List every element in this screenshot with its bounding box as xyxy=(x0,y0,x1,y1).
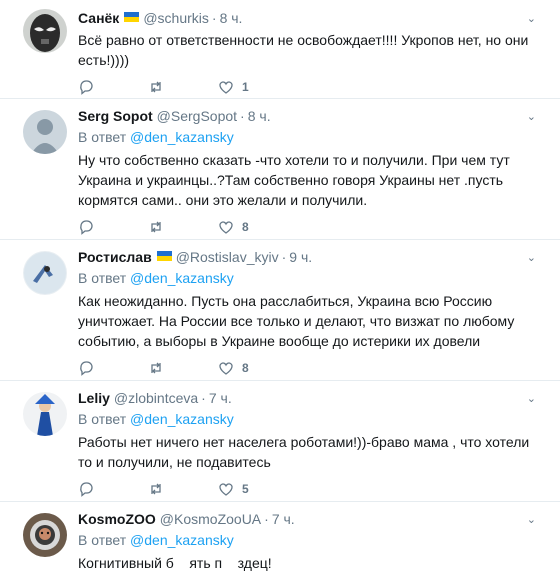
tweet-time[interactable]: 9 ч. xyxy=(289,248,312,266)
author-name[interactable]: Serg Sopot xyxy=(78,107,153,125)
reply-context: В ответ @den_kazansky xyxy=(78,410,544,428)
author-name[interactable]: Санёк xyxy=(78,9,119,27)
ukraine-flag-icon xyxy=(156,251,172,261)
tweet[interactable]: Ростислав @Rostislav_kyiv · 9 ч. ⌄ В ответ … xyxy=(0,240,560,381)
tweet-text: Как неожиданно. Пусть она расслабиться, … xyxy=(78,293,515,349)
chevron-down-icon[interactable]: ⌄ xyxy=(527,392,536,405)
tweet-time[interactable]: 8 ч. xyxy=(248,107,271,125)
separator-dot: · xyxy=(264,511,269,527)
tweet-time[interactable]: 8 ч. xyxy=(220,9,243,27)
like-count: 1 xyxy=(242,80,249,94)
retweet-button[interactable] xyxy=(148,219,218,235)
like-count: 5 xyxy=(242,482,249,496)
reply-mention-link[interactable]: @den_kazansky xyxy=(130,129,234,145)
author-handle[interactable]: @zlobintceva xyxy=(114,389,198,407)
reply-prefix: В ответ xyxy=(78,532,131,548)
tweet-actions: 5 xyxy=(78,472,544,506)
retweet-icon xyxy=(151,221,161,233)
like-button[interactable]: 8 xyxy=(218,219,288,235)
reply-icon xyxy=(80,220,93,235)
reply-button[interactable] xyxy=(78,481,148,497)
ukraine-flag-icon xyxy=(124,12,140,22)
tweet-time[interactable]: 7 ч. xyxy=(272,510,295,528)
chevron-down-icon[interactable]: ⌄ xyxy=(527,110,536,123)
like-count: 8 xyxy=(242,220,249,234)
tweet-time[interactable]: 7 ч. xyxy=(209,389,232,407)
tweet-text: Всё равно от ответственности не освобожд… xyxy=(78,32,529,68)
retweet-icon xyxy=(151,81,161,93)
separator-dot: · xyxy=(201,390,206,406)
reply-button[interactable] xyxy=(78,219,148,235)
heart-icon xyxy=(219,483,233,496)
separator-dot: · xyxy=(281,249,287,265)
author-handle[interactable]: @schurkis xyxy=(143,9,209,27)
retweet-icon xyxy=(151,483,161,495)
author-handle[interactable]: @KosmoZooUA xyxy=(160,510,261,528)
chevron-down-icon[interactable]: ⌄ xyxy=(527,513,536,526)
tweet[interactable]: KosmoZOO @KosmoZooUA · 7 ч. ⌄ В ответ @den_… xyxy=(0,502,560,576)
reply-context: В ответ @den_kazansky xyxy=(78,269,544,287)
chevron-down-icon[interactable]: ⌄ xyxy=(527,251,536,264)
tweet[interactable]: Serg Sopot @SergSopot · 8 ч. ⌄ В ответ @den… xyxy=(0,99,560,240)
separator-dot: · xyxy=(240,108,245,124)
tweet-text: Когнитивный б ять п здец! xyxy=(78,555,272,571)
reply-mention-link[interactable]: @den_kazansky xyxy=(130,532,234,548)
reply-mention-link[interactable]: @den_kazansky xyxy=(130,411,234,427)
author-name[interactable]: Leliy xyxy=(78,389,110,407)
heart-icon xyxy=(219,81,233,94)
author-name[interactable]: Ростислав xyxy=(78,248,152,266)
retweet-button[interactable] xyxy=(148,79,218,95)
retweet-button[interactable] xyxy=(148,481,218,497)
reply-button[interactable] xyxy=(78,360,148,376)
like-button[interactable]: 1 xyxy=(218,79,288,95)
heart-icon xyxy=(219,362,233,375)
reply-prefix: В ответ xyxy=(78,129,131,145)
separator-dot: · xyxy=(211,10,217,26)
tweet[interactable]: Санёк @schurkis · 8 ч. ⌄ Всё равно от ответ… xyxy=(0,0,560,99)
reply-icon xyxy=(80,80,93,95)
chevron-down-icon[interactable]: ⌄ xyxy=(527,12,536,25)
tweet-text: Работы нет ничего нет населега роботами!… xyxy=(78,434,530,470)
retweet-icon xyxy=(151,362,161,374)
reply-icon xyxy=(80,482,93,497)
mask-avatar-icon[interactable] xyxy=(23,9,67,53)
reply-button[interactable] xyxy=(78,79,148,95)
author-handle[interactable]: @SergSopot xyxy=(157,107,237,125)
tweet-actions: 8 xyxy=(78,210,544,244)
costume-avatar-icon[interactable] xyxy=(23,392,67,436)
retweet-button[interactable] xyxy=(148,360,218,376)
tweet-text: Ну что собственно сказать -что хотели то… xyxy=(78,152,510,208)
reply-prefix: В ответ xyxy=(78,411,131,427)
reply-context: В ответ @den_kazansky xyxy=(78,531,544,549)
default-avatar-icon[interactable] xyxy=(23,110,67,154)
like-button[interactable]: 5 xyxy=(218,481,288,497)
like-button[interactable]: 8 xyxy=(218,360,288,376)
reply-context: В ответ @den_kazansky xyxy=(78,128,544,146)
reply-icon xyxy=(80,361,93,376)
bird-avatar-icon[interactable] xyxy=(23,251,67,295)
astronaut-avatar-icon[interactable] xyxy=(23,513,67,557)
like-count: 8 xyxy=(242,361,249,375)
author-handle[interactable]: @Rostislav_kyiv xyxy=(176,248,279,266)
tweet[interactable]: Leliy @zlobintceva · 7 ч. ⌄ В ответ @den_ka… xyxy=(0,381,560,502)
heart-icon xyxy=(219,221,233,234)
tweet-actions: 8 xyxy=(78,351,544,385)
reply-prefix: В ответ xyxy=(78,270,131,286)
reply-mention-link[interactable]: @den_kazansky xyxy=(130,270,234,286)
author-name[interactable]: KosmoZOO xyxy=(78,510,156,528)
